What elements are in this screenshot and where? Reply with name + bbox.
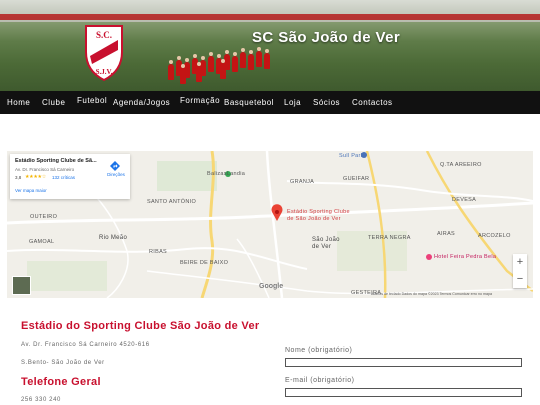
email-field-label: E-mail (obrigatório): [285, 377, 355, 384]
stand-banner: [0, 14, 540, 20]
nav-item-home[interactable]: Home: [7, 91, 30, 114]
nav-item-futebol[interactable]: Futebol: [77, 91, 107, 114]
map-label-gueifar: GUEIFAR: [343, 176, 370, 182]
email-field[interactable]: [285, 388, 522, 397]
hotel-marker-icon[interactable]: [426, 254, 432, 260]
map-label-outeiro: OUTEIRO: [30, 214, 58, 220]
header-banner: S.C. S.J.V. SC São João de Ver: [0, 0, 540, 91]
larger-map-link[interactable]: Ver mapa maior: [15, 188, 47, 193]
main-nav: Home Clube Futebol Agenda/Jogos Formação…: [0, 91, 540, 114]
phone-number: 256 330 240: [21, 397, 61, 403]
address-line-1: Av. Dr. Francisco Sá Carneiro 4520-616: [21, 342, 150, 348]
rating-stars-icon: ★★★★☆: [25, 174, 46, 180]
map-attribution[interactable]: Atalhos de teclado Dados do mapa ©2023 T…: [371, 292, 492, 296]
address-line-2: S.Bento- São João de Ver: [21, 360, 105, 366]
place-rating: 3,8: [15, 175, 22, 180]
map-label-devesa: DEVESA: [452, 197, 477, 203]
map-label-granja: GRANJA: [290, 179, 315, 185]
map-label-sull-park: Sull Park: [339, 153, 364, 159]
satellite-toggle-button[interactable]: [12, 276, 31, 295]
name-field-label: Nome (obrigatório): [285, 347, 353, 354]
map-label-arcozelo: ARCOZELO: [478, 233, 511, 239]
stadium-heading: Estádio do Sporting Clube São João de Ve…: [21, 320, 260, 332]
map-label-stadium-pin[interactable]: Estádio Sporting Clube de São João de Ve…: [287, 209, 353, 223]
map-label-airas: AIRAS: [437, 231, 456, 237]
map-label-sao-joao-de-ver: São João de Ver: [312, 237, 340, 250]
place-address: Av. Dr. Francisco Sá Carneiro: [15, 167, 75, 172]
map-place-card: Estádio Sporting Clube de Sã... Av. Dr. …: [10, 154, 130, 199]
reviews-link[interactable]: 132 críticas: [52, 175, 75, 180]
zoom-out-button[interactable]: −: [513, 271, 527, 288]
nav-item-contactos[interactable]: Contactos: [352, 91, 393, 114]
map-label-ribas: RIBAS: [149, 249, 168, 255]
directions-icon: [110, 161, 120, 171]
nav-item-agenda-jogos[interactable]: Agenda/Jogos: [113, 91, 170, 114]
nav-item-loja[interactable]: Loja: [284, 91, 301, 114]
badge-text-bottom: S.J.V.: [96, 68, 113, 76]
place-title: Estádio Sporting Clube de Sã...: [15, 158, 97, 164]
map-label-q-tia-areeiro: Q.TA AREEIRO: [440, 162, 482, 168]
nav-item-basquetebol[interactable]: Basquetebol: [224, 91, 274, 114]
nav-item-socios[interactable]: Sócios: [313, 91, 340, 114]
map-label-santo-antonio: SANTO ANTÓNIO: [147, 199, 197, 205]
badge-text-top: S.C.: [96, 30, 112, 40]
map-label-hotel[interactable]: Hotel Feira Pedra Bela: [434, 254, 496, 260]
google-logo: Google: [259, 283, 284, 290]
map-zoom-control: + −: [513, 254, 527, 288]
map-label-gamoal: GAMOAL: [29, 239, 55, 245]
nav-item-formacao[interactable]: Formação: [180, 91, 220, 114]
map-label-terra-negra: TERRA NEGRA: [368, 235, 411, 241]
map-label-balizas: BalizasLandia: [207, 171, 246, 177]
directions-label[interactable]: Direções: [105, 172, 127, 177]
map-label-beire-de-baixo: BEIRE DE BAIXO: [180, 260, 229, 266]
map-label-rio-meao: Rio Meão: [99, 235, 128, 241]
site-title[interactable]: SC São João de Ver: [252, 29, 400, 46]
phone-heading: Telefone Geral: [21, 376, 101, 388]
nav-item-clube[interactable]: Clube: [42, 91, 65, 114]
zoom-in-button[interactable]: +: [513, 254, 527, 271]
club-badge-icon[interactable]: S.C. S.J.V.: [82, 22, 126, 82]
name-field[interactable]: [285, 358, 522, 367]
